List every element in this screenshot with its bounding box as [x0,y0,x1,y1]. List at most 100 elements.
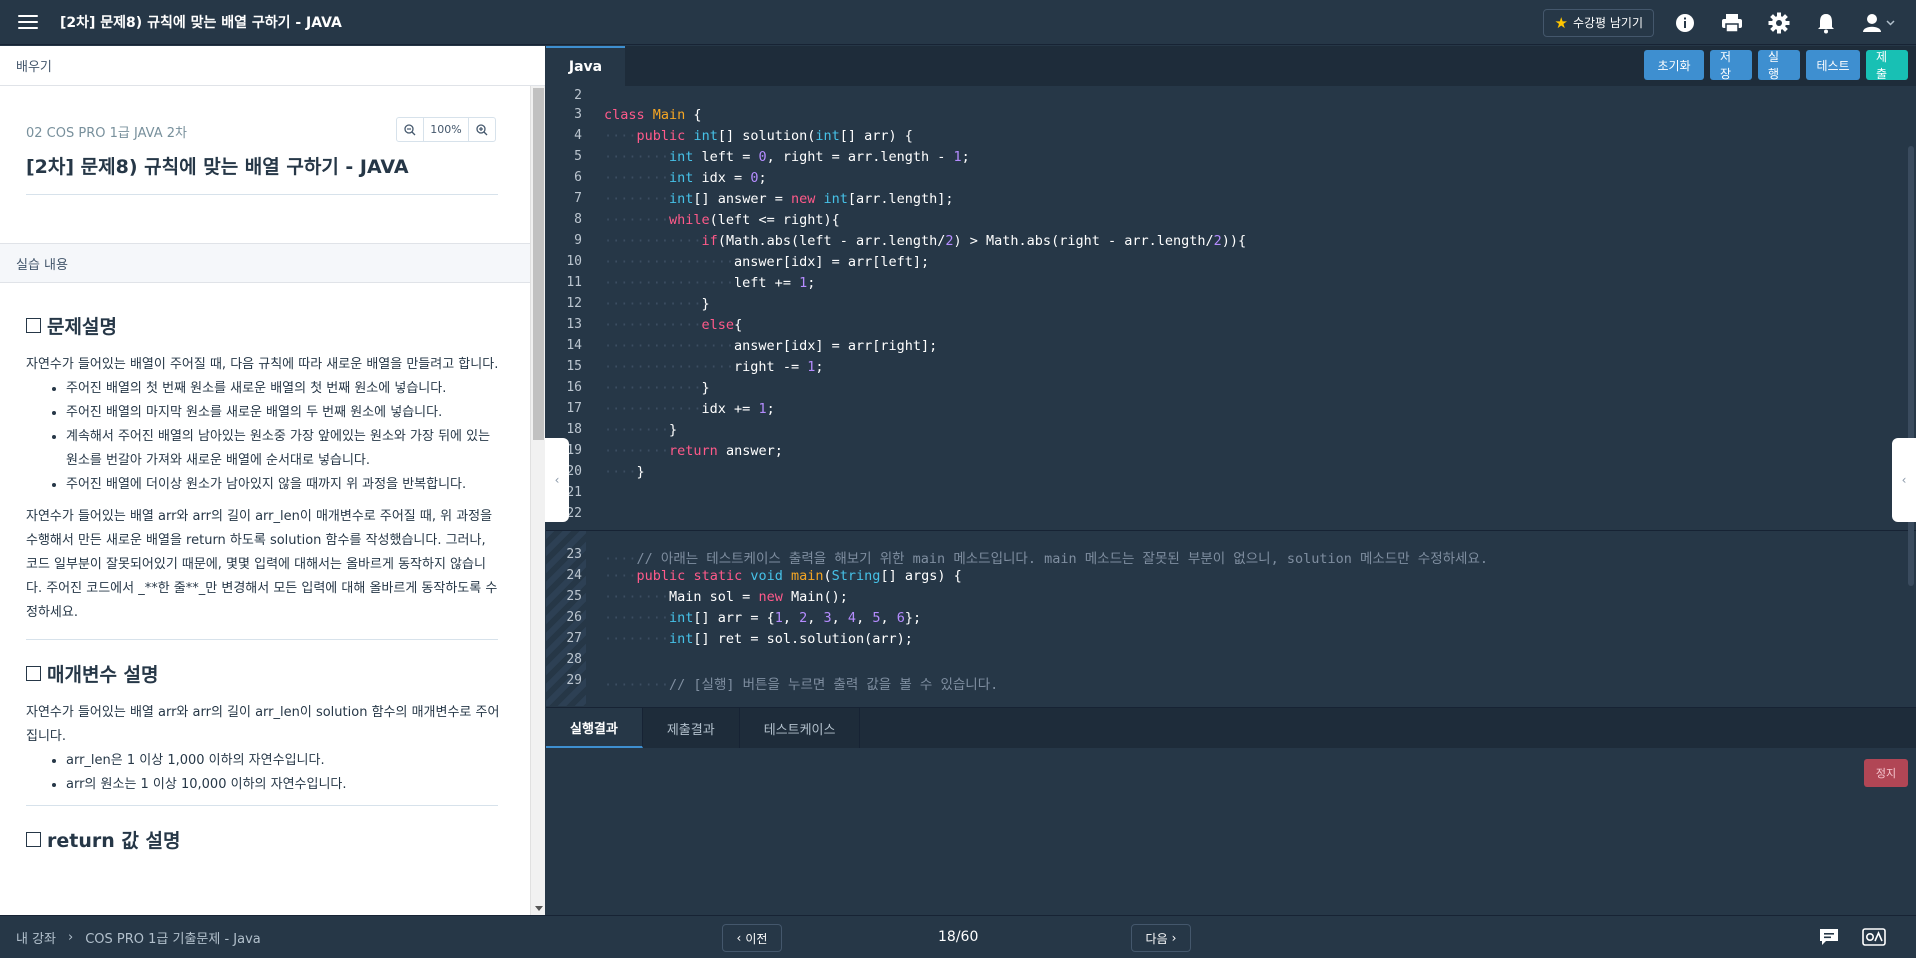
line-number: 26 [566,610,582,625]
review-button[interactable]: ★ 수강평 남기기 [1543,8,1654,37]
checkbox-icon [26,832,41,847]
rule-list: 주어진 배열의 첫 번째 원소를 새로운 배열의 첫 번째 원소에 넣습니다. … [26,377,500,497]
code-line: ············if(Math.abs(left - arr.lengt… [604,233,1247,249]
line-number: 6 [574,170,582,185]
line-number: 7 [574,191,582,206]
code-line: ········int left = 0, right = arr.length… [604,149,970,165]
tab-run-result[interactable]: 실행결과 [546,708,643,748]
stop-button[interactable]: 정지 [1864,759,1908,787]
problem-body: 자연수가 들어있는 배열 arr와 arr의 길이 arr_len이 매개변수로… [26,509,498,620]
chevron-left-icon: ‹ [736,931,742,945]
code-line: ················answer[idx] = arr[left]; [604,254,930,270]
chevron-left-icon: ‹ [1901,473,1907,487]
editor-toolbar: 초기화 저장 실행 테스트 제출 [1644,50,1908,81]
lesson-panel: 배우기 02 COS PRO 1급 JAVA 2차 100% [2차] 문제8)… [0,46,545,915]
code-line: ········return answer; [604,443,783,459]
tab-java[interactable]: Java [546,46,625,86]
line-number: 27 [566,631,582,646]
scrollbar-thumb[interactable] [533,88,544,440]
reset-button[interactable]: 초기화 [1644,50,1704,80]
editor-scrollbar[interactable] [1906,126,1916,706]
list-item: 계속해서 주어진 배열의 남아있는 원소중 가장 앞에있는 원소와 가장 뒤에 … [66,425,500,473]
line-number: 9 [574,233,582,248]
zoom-control: 100% [396,117,496,142]
lesson-title: [2차] 문제8) 규칙에 맞는 배열 구하기 - JAVA [26,156,409,178]
code-line: ············else{ [604,317,743,333]
user-icon[interactable] [1862,12,1898,34]
lesson-scroll-area[interactable]: 02 COS PRO 1급 JAVA 2차 100% [2차] 문제8) 규칙에… [0,86,530,915]
prev-button-label: 이전 [745,931,768,946]
tab-testcases[interactable]: 테스트케이스 [740,708,861,748]
line-number: 8 [574,212,582,227]
breadcrumb-my-courses[interactable]: 내 강좌 [16,928,56,947]
list-item: arr의 원소는 1 이상 10,000 이하의 자연수입니다. [66,773,500,797]
practice-header: 실습 내용 [0,243,530,283]
code-line: ····public int[] solution(int[] arr) { [604,128,913,144]
problem-content: 문제설명 자연수가 들어있는 배열이 주어질 때, 다음 규칙에 따라 새로운 … [26,312,500,867]
code-line: ················left += 1; [604,275,816,291]
run-button[interactable]: 실행 [1758,50,1800,81]
section-title-text: 매개변수 설명 [47,664,159,686]
gear-icon[interactable] [1768,12,1790,34]
top-bar: [2차] 문제8) 규칙에 맞는 배열 구하기 - JAVA ★ 수강평 남기기 [0,0,1916,45]
zoom-in-button[interactable] [469,118,495,141]
chevron-right-icon: › [68,929,74,945]
test-button[interactable]: 테스트 [1806,50,1860,80]
line-number: 23 [566,547,582,562]
collapse-left-panel-button[interactable]: ‹ [545,438,569,522]
qna-icon[interactable] [1862,927,1886,947]
code-area[interactable]: 2 3 4 5 6 7 8 9 10 11 12 13 14 15 16 17 … [546,86,1916,706]
line-number: 14 [566,338,582,353]
line-number: 11 [566,275,582,290]
code-line: class Main { [604,107,702,123]
menu-icon[interactable] [18,14,38,30]
save-button[interactable]: 저장 [1710,50,1752,81]
breadcrumb-course[interactable]: COS PRO 1급 기출문제 - Java [85,928,261,947]
params-list: arr_len은 1 이상 1,000 이하의 자연수입니다. arr의 원소는… [26,749,500,797]
locked-divider [546,530,1916,531]
bell-icon[interactable] [1815,12,1837,34]
output-panel: 실행결과 제출결과 테스트케이스 정지 [546,707,1916,915]
scroll-down-icon[interactable] [535,906,543,911]
line-number: 4 [574,128,582,143]
code-line: ········int[] ret = sol.solution(arr); [604,631,913,647]
editor-tabs: Java 초기화 저장 실행 테스트 제출 [546,46,1916,86]
info-icon[interactable] [1674,12,1696,34]
code-editor: Java 초기화 저장 실행 테스트 제출 2 3 4 5 6 7 8 9 10… [546,46,1916,706]
line-number: 12 [566,296,582,311]
code-line: ················answer[idx] = arr[right]… [604,338,938,354]
list-item: 주어진 배열의 첫 번째 원소를 새로운 배열의 첫 번째 원소에 넣습니다. [66,377,500,401]
code-line: ········} [604,422,678,438]
next-button[interactable]: 다음 › [1131,924,1191,952]
section-title: 매개변수 설명 [26,660,500,687]
code-line: ············} [604,380,710,396]
code-line: ················right -= 1; [604,359,824,375]
line-number: 24 [566,568,582,583]
line-number: 3 [574,107,582,122]
expand-right-panel-button[interactable]: ‹ [1892,438,1916,522]
chat-icon[interactable] [1818,927,1840,947]
chevron-right-icon: › [1171,931,1177,945]
line-number: 25 [566,589,582,604]
line-number: 16 [566,380,582,395]
checkbox-icon [26,318,41,333]
code-line: ········while(left <= right){ [604,212,840,228]
prev-button[interactable]: ‹ 이전 [722,924,782,952]
code-line: ············} [604,296,710,312]
tab-submit-result[interactable]: 제출결과 [643,708,740,748]
print-icon[interactable] [1721,12,1743,34]
line-number: 5 [574,149,582,164]
list-item: 주어진 배열의 마지막 원소를 새로운 배열의 두 번째 원소에 넣습니다. [66,401,500,425]
lesson-scrollbar[interactable] [530,86,545,915]
params-intro: 자연수가 들어있는 배열 arr와 arr의 길이 arr_len이 solut… [26,705,500,744]
divider [26,194,498,195]
divider [26,639,498,640]
divider [26,805,498,806]
submit-button[interactable]: 제출 [1866,50,1908,81]
page-counter: 18/60 [938,929,979,945]
list-item: arr_len은 1 이상 1,000 이하의 자연수입니다. [66,749,500,773]
code-line: ····} [604,464,645,480]
checkbox-icon [26,666,41,681]
zoom-out-button[interactable] [397,118,423,141]
chevron-left-icon: ‹ [554,473,560,487]
